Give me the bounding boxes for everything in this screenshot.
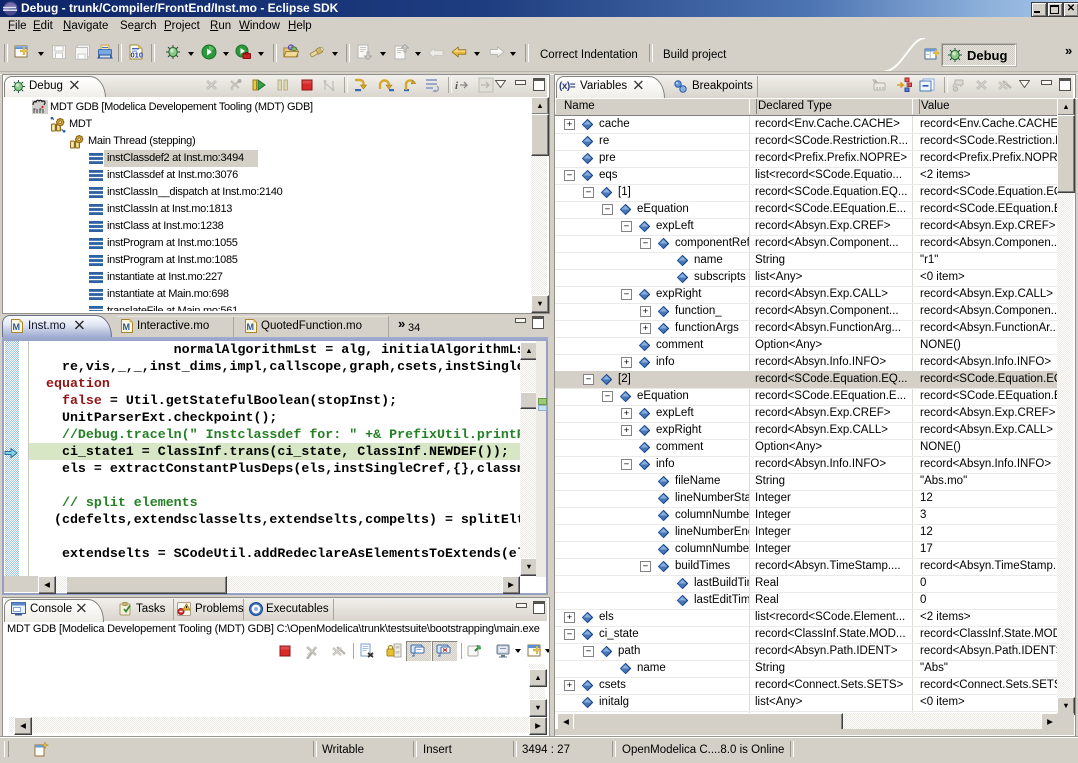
svg-text:M: M — [123, 322, 131, 332]
svg-text:M: M — [247, 322, 255, 332]
svg-text:M: M — [13, 322, 21, 332]
svg-text:010: 010 — [131, 51, 144, 60]
svg-text:i: i — [455, 80, 459, 92]
